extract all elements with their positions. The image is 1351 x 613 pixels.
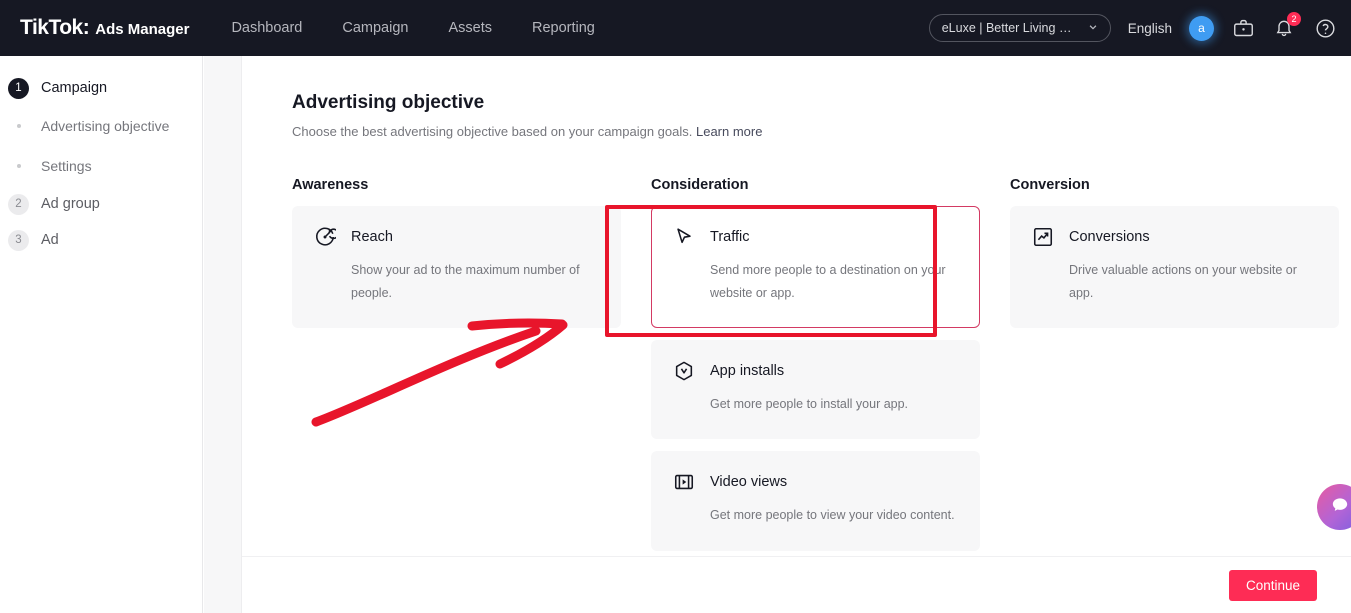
objective-column-conversion: Conversion Conversions Drive valuable ac… <box>1010 177 1339 563</box>
sidebar-item-settings[interactable]: Settings <box>0 146 202 186</box>
briefcase-icon[interactable] <box>1231 16 1255 40</box>
film-play-icon <box>672 470 696 494</box>
objective-card-header: Video views <box>672 470 959 494</box>
objective-card-name: Conversions <box>1069 229 1150 245</box>
objective-card-video-views[interactable]: Video views Get more people to view your… <box>651 451 980 551</box>
brand-logo-ads-manager: Ads Manager <box>95 21 190 38</box>
brand-logo-tiktok: TikTok: <box>20 16 90 39</box>
objective-card-header: Traffic <box>672 225 959 249</box>
objective-columns: Awareness Reach Show your ad to the maxi… <box>292 177 1339 563</box>
sidebar-step-campaign[interactable]: 1 Campaign <box>0 70 202 106</box>
objective-card-header: App installs <box>672 359 959 383</box>
objective-card-app-installs[interactable]: App installs Get more people to install … <box>651 340 980 440</box>
objective-card-header: Conversions <box>1031 225 1318 249</box>
objective-column-consideration: Consideration Traffic Send more people t… <box>651 177 980 563</box>
sidebar-substep-label: Settings <box>41 158 92 174</box>
nav-item-dashboard[interactable]: Dashboard <box>231 20 302 36</box>
account-selector-label: eLuxe | Better Living Sh... <box>941 21 1080 35</box>
column-title-consideration: Consideration <box>651 177 749 193</box>
cursor-arrow-icon <box>672 225 696 249</box>
bell-icon[interactable]: 2 <box>1272 12 1301 40</box>
brand-logo[interactable]: TikTok: Ads Manager <box>20 16 189 40</box>
trending-up-icon <box>1031 225 1055 249</box>
sidebar-step-ad-group[interactable]: 2 Ad group <box>0 186 202 222</box>
page-subtitle: Choose the best advertising objective ba… <box>292 124 1301 139</box>
app-hexagon-icon <box>672 359 696 383</box>
continue-button[interactable]: Continue <box>1228 570 1317 601</box>
sidebar-step-ad[interactable]: 3 Ad <box>0 222 202 258</box>
main-content: Advertising objective Choose the best ad… <box>242 56 1351 613</box>
notification-badge: 2 <box>1287 12 1301 26</box>
chat-bubble-icon <box>1330 495 1350 520</box>
nav-item-assets[interactable]: Assets <box>448 20 492 36</box>
objective-card-traffic[interactable]: Traffic Send more people to a destinatio… <box>651 206 980 329</box>
page-subtitle-text: Choose the best advertising objective ba… <box>292 124 693 139</box>
account-selector[interactable]: eLuxe | Better Living Sh... <box>928 14 1111 42</box>
page-title: Advertising objective <box>292 92 485 113</box>
objective-card-reach[interactable]: Reach Show your ad to the maximum number… <box>292 206 621 329</box>
objective-card-description: Get more people to view your video conte… <box>710 508 955 523</box>
top-navigation-bar: TikTok: Ads Manager Dashboard Campaign A… <box>0 0 1351 56</box>
objective-card-conversions[interactable]: Conversions Drive valuable actions on yo… <box>1010 206 1339 329</box>
column-title-awareness: Awareness <box>292 177 369 193</box>
footer-action-bar: Continue <box>242 556 1351 613</box>
nav-item-campaign[interactable]: Campaign <box>342 20 408 36</box>
objective-card-description: Show your ad to the maximum number of pe… <box>351 263 580 301</box>
main-nav: Dashboard Campaign Assets Reporting <box>231 20 594 36</box>
campaign-steps-sidebar: 1 Campaign Advertising objective Setting… <box>0 56 203 613</box>
objective-card-description: Drive valuable actions on your website o… <box>1069 263 1297 301</box>
objective-card-description: Send more people to a destination on you… <box>710 263 946 301</box>
objective-card-header: Reach <box>313 225 600 249</box>
top-bar-right-cluster: eLuxe | Better Living Sh... English a 2 <box>928 0 1337 56</box>
objective-card-name: App installs <box>710 363 785 380</box>
language-selector[interactable]: English <box>1128 21 1172 36</box>
objective-column-awareness: Awareness Reach Show your ad to the maxi… <box>292 177 621 563</box>
objective-card-description: Get more people to install your app. <box>710 397 909 412</box>
avatar[interactable]: a <box>1189 15 1214 41</box>
sidebar-step-number: 3 <box>8 229 29 251</box>
objective-card-name: Reach <box>351 229 393 245</box>
sidebar-step-number: 1 <box>8 77 29 99</box>
content-left-gutter <box>204 56 242 613</box>
nav-item-reporting[interactable]: Reporting <box>532 20 595 36</box>
sidebar-step-number: 2 <box>8 193 29 215</box>
chevron-down-icon <box>1088 21 1098 35</box>
objective-card-name: Video views <box>710 474 788 491</box>
bullet-dot-icon <box>8 164 29 168</box>
bullet-dot-icon <box>8 124 29 128</box>
sidebar-step-label: Campaign <box>41 80 108 96</box>
sidebar-item-advertising-objective[interactable]: Advertising objective <box>0 106 202 146</box>
avatar-initial: a <box>1198 21 1205 35</box>
help-circle-icon[interactable] <box>1313 16 1337 40</box>
objective-section: Advertising objective Choose the best ad… <box>242 56 1351 563</box>
learn-more-link[interactable]: Learn more <box>696 124 762 139</box>
column-title-conversion: Conversion <box>1010 177 1090 193</box>
sidebar-step-label: Ad <box>41 232 59 248</box>
sidebar-step-label: Ad group <box>41 196 100 212</box>
objective-card-name: Traffic <box>710 229 750 245</box>
tiktok-ads-manager-page: TikTok: Ads Manager Dashboard Campaign A… <box>0 0 1351 613</box>
sidebar-substep-label: Advertising objective <box>41 118 170 134</box>
target-icon <box>313 225 337 249</box>
